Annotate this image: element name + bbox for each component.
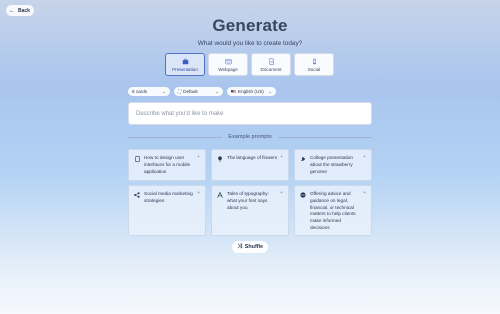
type-webpage-button[interactable]: Webpage — [208, 53, 248, 76]
back-button[interactable]: ← Back — [6, 5, 34, 16]
cards-count-value: 8 cards — [132, 89, 148, 94]
example-text: Social media marketing strategies — [144, 191, 193, 203]
example-prompt-card[interactable]: How to design user interfaces for a mobi… — [128, 149, 206, 181]
type-label: Presentation — [172, 66, 198, 72]
theme-dropdown[interactable]: ⛶ Default ⌄ — [174, 87, 223, 96]
phone-icon — [134, 156, 140, 162]
example-prompts-divider: Example prompts — [128, 134, 372, 140]
page-title: Generate — [212, 16, 288, 35]
presentation-icon — [182, 58, 188, 64]
chevron-down-icon: ⌄ — [268, 88, 272, 94]
plus-icon: + — [363, 190, 366, 196]
chevron-down-icon: ⌄ — [162, 88, 166, 94]
language-dropdown[interactable]: English (US) ⌄ — [227, 87, 276, 96]
chevron-down-icon: ⌄ — [215, 88, 219, 94]
example-prompt-card[interactable]: College presentation about the strawberr… — [294, 149, 372, 181]
type-label: Social — [307, 66, 321, 72]
example-prompt-card[interactable]: The language of flowers + — [211, 149, 289, 181]
example-text: Offering advice and guidance on legal, f… — [310, 191, 356, 231]
example-prompts-label: Example prompts — [228, 134, 272, 140]
prompt-placeholder: Describe what you'd like to make — [136, 110, 224, 117]
type-label: Document — [260, 66, 282, 72]
example-prompt-card[interactable]: Offering advice and guidance on legal, f… — [294, 185, 372, 236]
typography-icon — [217, 192, 223, 198]
plus-icon: + — [280, 154, 283, 160]
arrow-left-icon: ← — [9, 7, 15, 14]
social-icon — [312, 58, 316, 64]
webpage-icon — [224, 58, 232, 64]
example-text: Tales of typography: what your font says… — [227, 191, 269, 210]
share-icon — [134, 192, 140, 198]
divider-line — [277, 136, 372, 138]
plus-icon: + — [197, 154, 200, 160]
type-social-button[interactable]: Social — [294, 53, 334, 76]
example-text: The language of flowers — [227, 155, 278, 160]
example-text: How to design user interfaces for a mobi… — [144, 155, 191, 174]
type-presentation-button[interactable]: Presentation — [165, 53, 205, 76]
back-label: Back — [18, 7, 30, 14]
prompt-input[interactable]: Describe what you'd like to make — [128, 102, 372, 125]
options-bar: 8 cards ⌄ ⛶ Default ⌄ English (US) ⌄ — [128, 87, 276, 96]
example-prompt-card[interactable]: Social media marketing strategies + — [128, 185, 206, 236]
plus-icon: + — [280, 190, 283, 196]
shuffle-button[interactable]: ⤨ Shuffle — [232, 241, 268, 253]
document-icon — [268, 57, 274, 65]
layout-icon: ⛶ — [178, 89, 182, 94]
page-subtitle: What would you like to create today? — [197, 40, 303, 47]
example-text: College presentation about the strawberr… — [310, 155, 353, 174]
dna-icon — [300, 156, 306, 162]
language-value: English (US) — [238, 89, 264, 94]
example-prompt-card[interactable]: Tales of typography: what your font says… — [211, 185, 289, 236]
plus-icon: + — [197, 190, 200, 196]
flag-icon — [231, 89, 236, 94]
content-type-selector: Presentation Webpage Document Social — [165, 53, 334, 76]
divider-line — [128, 136, 223, 138]
shuffle-label: Shuffle — [244, 244, 264, 250]
type-document-button[interactable]: Document — [251, 53, 291, 76]
example-prompts-grid: How to design user interfaces for a mobi… — [128, 149, 372, 236]
plus-icon: + — [363, 154, 366, 160]
theme-value: Default — [183, 89, 198, 94]
cards-count-dropdown[interactable]: 8 cards ⌄ — [128, 87, 170, 96]
scale-icon — [300, 192, 306, 198]
flower-icon — [217, 156, 223, 162]
shuffle-icon: ⤨ — [236, 243, 242, 250]
type-label: Webpage — [218, 66, 238, 72]
